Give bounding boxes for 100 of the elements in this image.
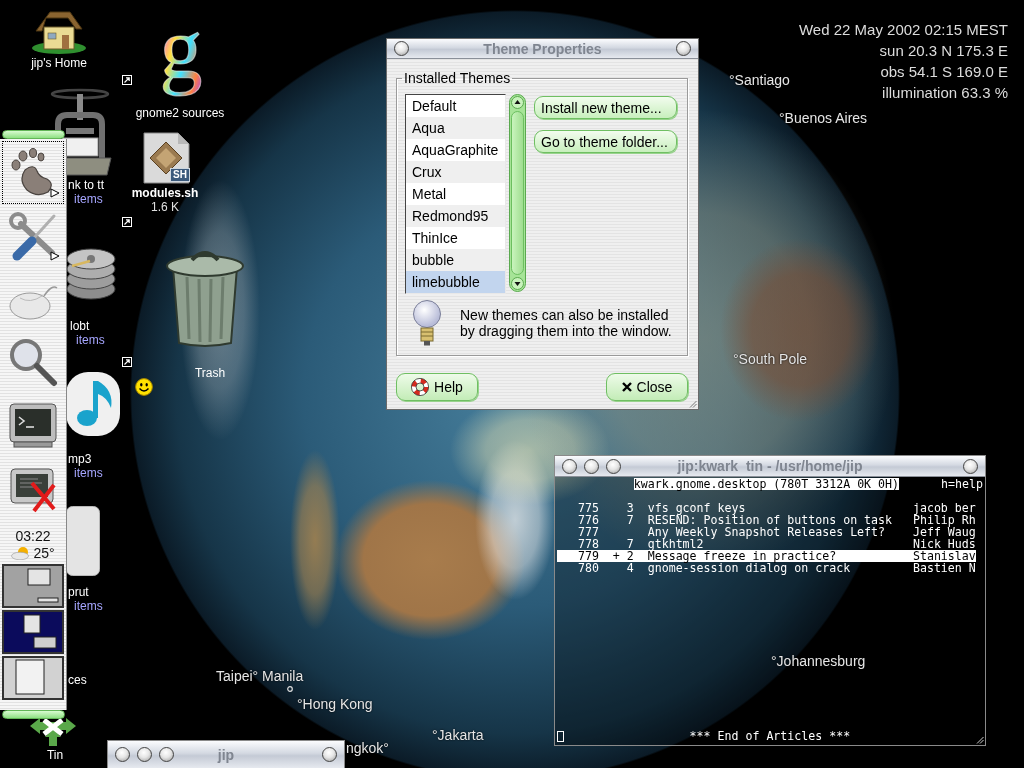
window-control-button[interactable] — [115, 747, 130, 762]
article-row[interactable]: 775 3 vfs gconf keys jacob ber — [557, 502, 976, 514]
article-row[interactable]: 776 7 RESEND: Position of buttons on task Philip Rh — [557, 514, 976, 526]
icon-label: mp3 — [68, 452, 92, 466]
end-of-articles-text: *** End of Articles *** — [689, 730, 851, 742]
article-subject: vfs gconf keys — [647, 502, 746, 514]
panel-hide-button[interactable] — [2, 130, 65, 139]
theme-list-item[interactable]: bubble — [406, 249, 505, 271]
article-number: 775 — [577, 502, 599, 514]
icon-sublabel: items — [76, 333, 105, 347]
reply-count: 3 — [626, 502, 634, 514]
city-label: °Santiago — [729, 72, 790, 88]
theme-list-item[interactable]: Aqua — [406, 117, 505, 139]
window-thumbnail-icon — [15, 659, 45, 695]
icon-label: nk to tt — [68, 178, 105, 192]
reply-count: + 2 — [612, 550, 634, 562]
resize-grip-icon[interactable] — [689, 400, 697, 408]
city-marker-icon — [287, 686, 293, 692]
theme-list-item[interactable]: Redmond95 — [406, 205, 505, 227]
window-control-button[interactable] — [394, 41, 409, 56]
icon-label: Tin — [46, 748, 64, 762]
article-author: Stanislav — [912, 550, 976, 562]
reply-count: 7 — [626, 514, 634, 526]
icon-sublabel: items — [74, 599, 103, 613]
article-number: 778 — [577, 538, 599, 550]
theme-action-button[interactable]: Go to theme folder... — [534, 130, 677, 153]
window-control-button[interactable] — [606, 458, 621, 474]
theme-list-item[interactable]: ThinIce — [406, 227, 505, 249]
text-cursor-icon — [557, 730, 564, 742]
window-control-button[interactable] — [584, 458, 599, 474]
link-arrow-icon — [122, 75, 132, 85]
house-icon[interactable] — [32, 10, 86, 54]
cloud-sun-icon — [11, 546, 32, 560]
window-control-button[interactable] — [562, 458, 577, 474]
window-thumbnail-icon — [27, 568, 51, 586]
theme-list-item[interactable]: limebubble — [406, 271, 505, 293]
window-title: Theme Properties — [483, 40, 602, 57]
temperature-text: 25° — [33, 545, 55, 561]
window-thumbnail-icon — [33, 636, 57, 649]
article-number: 777 — [577, 526, 599, 538]
icon-label: prut — [68, 585, 89, 599]
window-control-button[interactable] — [159, 747, 174, 762]
city-label: °Buenos Aires — [779, 110, 868, 126]
help-button[interactable]: Help — [396, 373, 478, 401]
theme-list-item[interactable]: AquaGraphite — [406, 139, 505, 161]
city-label: °Hong Kong — [297, 696, 373, 712]
theme-list-item[interactable]: Crux — [406, 161, 505, 183]
icon-label: gnome2 sources — [135, 106, 225, 120]
smiley-icon — [135, 378, 153, 396]
window-control-button[interactable] — [322, 747, 337, 762]
workspace-button[interactable] — [2, 610, 64, 654]
article-row[interactable]: 778 7 gtkhtml2 Nick Huds — [557, 538, 976, 550]
scroll-up-button[interactable] — [511, 96, 524, 109]
info-text-line: obs 54.1 S 169.0 E — [880, 62, 1008, 82]
icon-label: modules.sh — [131, 186, 199, 200]
panel-hide-button[interactable] — [2, 710, 65, 719]
workspace-button[interactable] — [2, 656, 64, 700]
theme-action-button[interactable]: Install new theme... — [534, 96, 677, 119]
scrollbar-thumb[interactable] — [511, 111, 524, 275]
newsgroup-header: kwark.gnome.desktop (780T 3312A 0K 0H) — [633, 478, 899, 490]
window-control-button[interactable] — [137, 747, 152, 762]
article-subject: Message freeze in practice? — [647, 550, 837, 562]
city-label: Taipei° — [216, 668, 259, 684]
article-row[interactable]: 777 Any Weekly Snapshot Releases Left? Jeff Waug — [557, 526, 976, 538]
window-control-button[interactable] — [963, 458, 978, 474]
theme-list-item[interactable]: Metal — [406, 183, 505, 205]
window-thumbnail-icon — [37, 597, 59, 603]
article-author: jacob ber — [912, 502, 976, 514]
clock-text[interactable]: 03:22 — [15, 527, 51, 545]
lightbulb-icon — [412, 300, 442, 346]
info-text-line: Wed 22 May 2002 02:15 MEST — [799, 20, 1008, 40]
letter-g-logo[interactable]: g — [150, 0, 212, 100]
reply-count: 7 — [626, 538, 634, 550]
launcher-button[interactable] — [2, 141, 64, 204]
city-label: °Jakarta — [432, 727, 484, 743]
file-type-badge: SH — [170, 168, 190, 182]
resize-grip-icon[interactable] — [976, 736, 984, 744]
window-control-button[interactable] — [676, 41, 691, 56]
theme-list-item[interactable]: Default — [406, 95, 505, 117]
link-arrow-icon — [122, 357, 132, 367]
city-label: °South Pole — [733, 351, 808, 367]
hint-text: New themes can also be installed by dragging them into the window. — [460, 307, 673, 339]
help-hint-text: h=help — [941, 478, 983, 490]
article-author: Nick Huds — [912, 538, 976, 550]
icon-label: Trash — [194, 366, 226, 380]
close-button[interactable]: Close — [606, 373, 688, 401]
article-author: Jeff Waug — [912, 526, 976, 538]
group-label: Installed Themes — [403, 70, 512, 86]
article-row[interactable]: 779 + 2 Message freeze in practice? Stanislav — [557, 550, 976, 562]
article-subject: gtkhtml2 — [647, 538, 704, 550]
article-subject: RESEND: Position of buttons on task — [647, 514, 893, 526]
article-author: Bastien N — [912, 562, 976, 574]
workspace-button[interactable] — [2, 564, 64, 608]
article-number: 780 — [577, 562, 599, 574]
article-number: 779 — [577, 550, 599, 562]
icon-label: ces — [68, 673, 87, 687]
scroll-down-button[interactable] — [511, 277, 524, 290]
article-subject: gnome-session dialog on crack — [647, 562, 851, 574]
article-number: 776 — [577, 514, 599, 526]
article-row[interactable]: 780 4 gnome-session dialog on crack Bastien N — [557, 562, 976, 574]
